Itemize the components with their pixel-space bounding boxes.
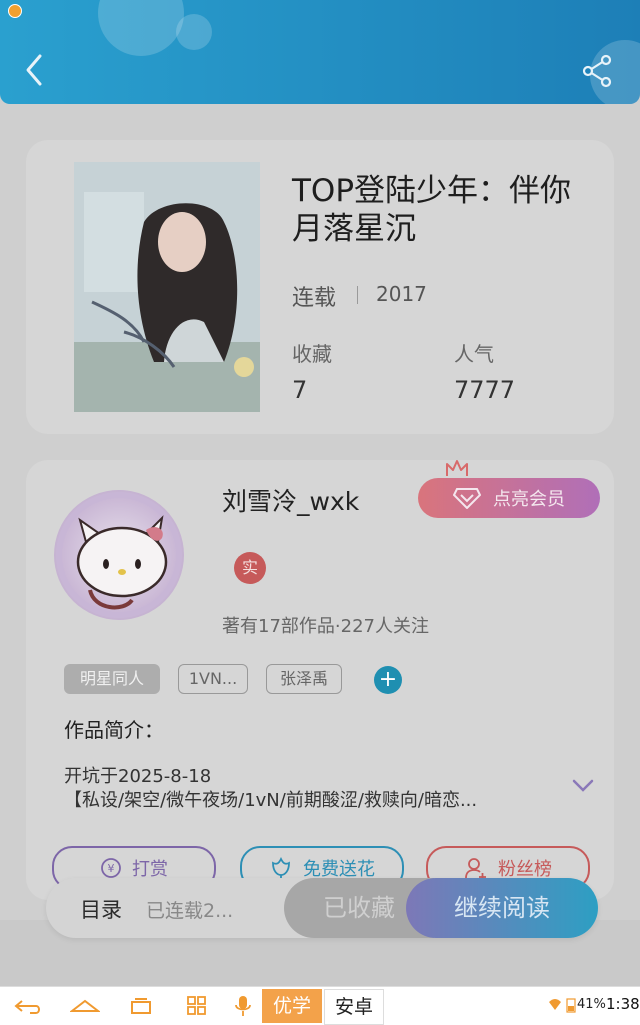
vip-button[interactable]: 点亮会员	[418, 478, 600, 518]
book-status: 连载	[292, 286, 337, 311]
system-nav-bar: 优学 安卓 41% 1:38	[0, 986, 640, 1025]
intro-label: 作品简介：	[64, 718, 164, 742]
author-card: 刘雪泠_wxk 点亮会员 实 著有17部作品·227人关注 明星同人 1VN..…	[26, 460, 614, 900]
continue-reading-button[interactable]: 继续阅读	[406, 878, 598, 938]
back-button[interactable]	[18, 50, 50, 90]
yuan-coin-icon: ¥	[101, 858, 121, 878]
avatar-illustration	[56, 492, 182, 618]
popularity-label: 人气	[454, 342, 494, 366]
crown-icon	[446, 460, 468, 476]
share-button[interactable]	[582, 54, 614, 88]
add-tag-button[interactable]: +	[374, 666, 402, 694]
recent-apps-icon[interactable]	[126, 995, 156, 1017]
top-header	[0, 0, 640, 104]
tag-chip[interactable]: 张泽禹	[266, 664, 342, 694]
decor-bubble	[98, 0, 184, 56]
diamond-icon	[453, 488, 481, 509]
wifi-icon	[549, 999, 561, 1010]
tag-chip[interactable]: 1VN...	[178, 664, 248, 694]
author-meta: 著有17部作品·227人关注	[222, 616, 429, 637]
user-icon	[465, 858, 486, 880]
popularity-count: 7777	[454, 376, 516, 404]
home-icon[interactable]	[70, 995, 100, 1017]
battery-percent: 41%	[577, 997, 606, 1012]
ime-youxue-button[interactable]: 优学	[262, 989, 322, 1023]
book-title: TOP登陆少年：伴你月落星沉	[292, 173, 572, 247]
microphone-icon[interactable]	[228, 995, 258, 1017]
clock: 1:38	[606, 995, 640, 1013]
chevron-left-icon	[26, 54, 42, 86]
grid-icon[interactable]	[182, 995, 212, 1017]
expand-button[interactable]	[572, 778, 594, 794]
return-icon[interactable]	[14, 995, 44, 1017]
share-icon	[582, 54, 612, 88]
favorites-count: 7	[292, 376, 308, 404]
author-avatar[interactable]	[54, 490, 184, 620]
flower-icon	[272, 857, 290, 878]
book-year: 2017	[376, 282, 427, 306]
tag-chip[interactable]: 明星同人	[64, 664, 160, 694]
divider	[357, 286, 358, 304]
battery-icon	[566, 998, 576, 1013]
author-name[interactable]: 刘雪泠_wxk	[222, 482, 359, 518]
chevron-down-icon	[572, 779, 594, 792]
intro-text: 开坑于2025-8-18	[64, 766, 212, 787]
cover-illustration	[74, 162, 260, 412]
intro-text: 【私设/架空/微午夜场/1vN/前期酸涩/救赎向/暗恋...	[64, 790, 478, 811]
ime-android-button[interactable]: 安卓	[324, 989, 384, 1025]
toc-progress: 已连载2...	[146, 900, 234, 922]
verified-badge: 实	[234, 552, 266, 584]
book-info-card: TOP登陆少年：伴你月落星沉 连载 2017 收藏 人气 7 7777	[26, 140, 614, 434]
toc-button[interactable]: 目录	[80, 894, 122, 924]
svg-text:¥: ¥	[108, 862, 115, 875]
decor-bubble	[176, 14, 212, 50]
notification-icon	[8, 4, 22, 18]
vip-label: 点亮会员	[493, 489, 565, 510]
book-cover[interactable]	[74, 162, 260, 412]
favorites-label: 收藏	[292, 342, 332, 366]
